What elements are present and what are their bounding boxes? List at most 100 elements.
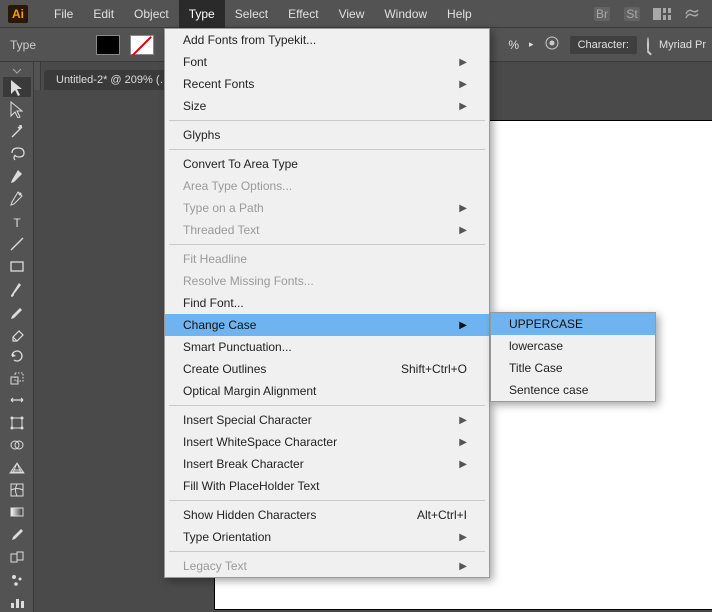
- paintbrush-tool[interactable]: [3, 278, 31, 298]
- mesh-tool[interactable]: [3, 480, 31, 500]
- menu-item-fill-with-placeholder-text[interactable]: Fill With PlaceHolder Text: [165, 475, 489, 497]
- menu-item-label: Add Fonts from Typekit...: [183, 33, 316, 47]
- menu-item-label: Show Hidden Characters: [183, 508, 316, 522]
- type-tool[interactable]: T: [3, 211, 31, 231]
- menu-item-change-case[interactable]: Change Case▶: [165, 314, 489, 336]
- lasso-tool[interactable]: [3, 144, 31, 164]
- change-case-submenu: UPPERCASE lowercase Title Case Sentence cas…: [490, 312, 656, 402]
- menu-item-label: lowercase: [509, 339, 563, 353]
- case-option-uppercase[interactable]: UPPERCASE: [491, 313, 655, 335]
- menu-item-smart-punctuation[interactable]: Smart Punctuation...: [165, 336, 489, 358]
- menu-bar-right-icons: Br St: [592, 4, 712, 24]
- free-transform-tool[interactable]: [3, 413, 31, 433]
- submenu-arrow-icon: ▶: [459, 101, 467, 112]
- stroke-color-swatch[interactable]: [130, 35, 154, 55]
- shape-builder-tool[interactable]: [3, 435, 31, 455]
- menu-separator: [169, 551, 485, 552]
- menu-item-label: Sentence case: [509, 383, 588, 397]
- menu-item-insert-break-character[interactable]: Insert Break Character ▶: [165, 453, 489, 475]
- menu-item-label: Find Font...: [183, 296, 244, 310]
- menu-item-label: Glyphs: [183, 128, 220, 142]
- menu-item-label: Insert Special Character: [183, 413, 312, 427]
- submenu-arrow-icon: ▶: [459, 79, 467, 90]
- selection-tool[interactable]: [3, 77, 31, 97]
- width-tool[interactable]: [3, 390, 31, 410]
- submenu-arrow-icon: ▶: [459, 57, 467, 68]
- menu-item-font[interactable]: Font▶: [165, 51, 489, 73]
- menu-item-area-type-options: Area Type Options...: [165, 175, 489, 197]
- character-panel-button[interactable]: Character:: [570, 36, 637, 54]
- arrange-docs-icon[interactable]: [652, 4, 672, 24]
- menu-window[interactable]: Window: [374, 0, 437, 28]
- menu-item-recent-fonts[interactable]: Recent Fonts▶: [165, 73, 489, 95]
- case-option-sentence-case[interactable]: Sentence case: [491, 379, 655, 401]
- menu-view[interactable]: View: [329, 0, 375, 28]
- perspective-grid-tool[interactable]: [3, 457, 31, 477]
- menu-object[interactable]: Object: [124, 0, 179, 28]
- menu-file[interactable]: File: [44, 0, 83, 28]
- app-logo: Ai: [6, 4, 30, 24]
- menu-item-label: Fit Headline: [183, 252, 247, 266]
- menu-item-insert-whitespace-character[interactable]: Insert WhiteSpace Character▶: [165, 431, 489, 453]
- menu-item-convert-to-area-type[interactable]: Convert To Area Type: [165, 153, 489, 175]
- case-option-title-case[interactable]: Title Case: [491, 357, 655, 379]
- submenu-arrow-icon: ▶: [459, 437, 467, 448]
- pencil-tool[interactable]: [3, 301, 31, 321]
- case-option-lowercase[interactable]: lowercase: [491, 335, 655, 357]
- menu-item-show-hidden-characters[interactable]: Show Hidden CharactersAlt+Ctrl+I: [165, 504, 489, 526]
- menu-separator: [169, 500, 485, 501]
- menu-type[interactable]: Type: [179, 0, 225, 28]
- menu-item-add-fonts-from-typekit[interactable]: Add Fonts from Typekit...: [165, 29, 489, 51]
- scale-tool[interactable]: [3, 368, 31, 388]
- curvature-pen-tool[interactable]: [3, 189, 31, 209]
- rotate-tool[interactable]: [3, 345, 31, 365]
- symbol-sprayer-tool[interactable]: [3, 569, 31, 589]
- bridge-icon[interactable]: Br: [592, 4, 612, 24]
- menu-effect[interactable]: Effect: [278, 0, 328, 28]
- blend-tool[interactable]: [3, 547, 31, 567]
- menu-item-legacy-text: Legacy Text▶: [165, 555, 489, 577]
- menu-item-label: Change Case: [183, 318, 256, 332]
- menu-item-label: Insert Break Character: [183, 457, 304, 471]
- eyedropper-tool[interactable]: [3, 525, 31, 545]
- submenu-arrow-icon: ▶: [459, 415, 467, 426]
- menu-item-type-orientation[interactable]: Type Orientation▶: [165, 526, 489, 548]
- menu-item-label: Title Case: [509, 361, 563, 375]
- menu-item-insert-special-character[interactable]: Insert Special Character ▶: [165, 409, 489, 431]
- menu-item-optical-margin-alignment[interactable]: Optical Margin Alignment: [165, 380, 489, 402]
- menu-item-create-outlines[interactable]: Create OutlinesShift+Ctrl+O: [165, 358, 489, 380]
- submenu-arrow-icon: ▶: [459, 225, 467, 236]
- menu-item-label: Type on a Path: [183, 201, 264, 215]
- magic-wand-tool[interactable]: [3, 122, 31, 142]
- direct-selection-tool[interactable]: [3, 99, 31, 119]
- menu-item-size[interactable]: Size▶: [165, 95, 489, 117]
- sync-icon[interactable]: [682, 4, 702, 24]
- font-search-icon[interactable]: [647, 38, 649, 52]
- svg-text:T: T: [13, 216, 21, 230]
- menu-separator: [169, 405, 485, 406]
- font-family-display[interactable]: Myriad Pr: [659, 39, 706, 51]
- submenu-arrow-icon: ▶: [459, 203, 467, 214]
- tools-panel: T: [0, 62, 34, 612]
- fill-color-swatch[interactable]: [96, 35, 120, 55]
- menu-shortcut: Shift+Ctrl+O: [401, 362, 467, 376]
- gradient-tool[interactable]: [3, 502, 31, 522]
- menu-select[interactable]: Select: [225, 0, 278, 28]
- submenu-arrow-icon: ▶: [459, 459, 467, 470]
- line-tool[interactable]: [3, 234, 31, 254]
- column-graph-tool[interactable]: [3, 592, 31, 612]
- stock-icon[interactable]: St: [622, 4, 642, 24]
- menu-edit[interactable]: Edit: [83, 0, 124, 28]
- appearance-icon[interactable]: [544, 35, 560, 54]
- document-tab[interactable]: Untitled-2* @ 209% (…: [44, 70, 183, 90]
- menu-separator: [169, 149, 485, 150]
- menu-help[interactable]: Help: [437, 0, 482, 28]
- panel-grip-icon[interactable]: [0, 68, 33, 75]
- svg-text:Ai: Ai: [12, 7, 24, 21]
- menu-item-find-font[interactable]: Find Font...: [165, 292, 489, 314]
- menu-item-label: Smart Punctuation...: [183, 340, 292, 354]
- menu-item-glyphs[interactable]: Glyphs: [165, 124, 489, 146]
- rectangle-tool[interactable]: [3, 256, 31, 276]
- pen-tool[interactable]: [3, 166, 31, 186]
- eraser-tool[interactable]: [3, 323, 31, 343]
